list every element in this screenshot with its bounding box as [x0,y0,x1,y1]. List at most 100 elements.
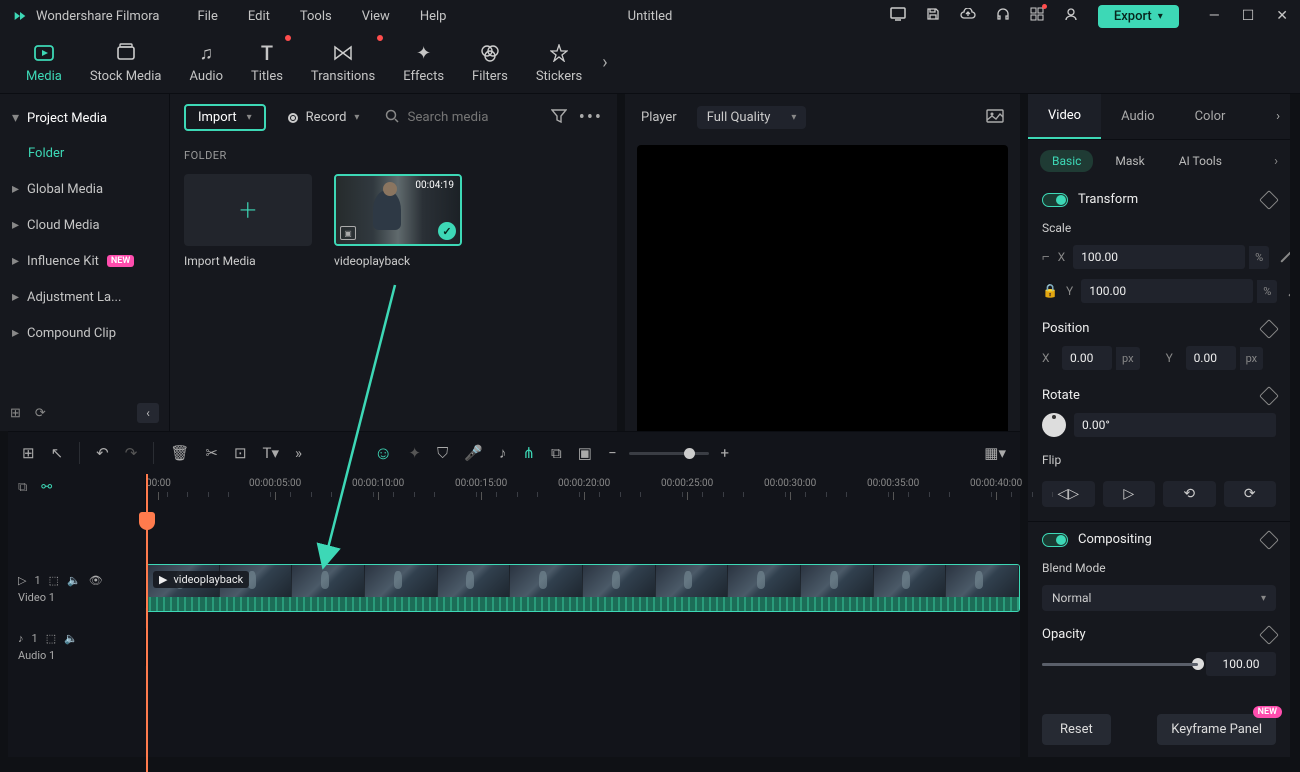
keyframe-icon[interactable] [1259,319,1279,339]
undo-icon[interactable]: ↶ [96,444,109,462]
music-icon[interactable]: ♪ [499,444,507,462]
quality-select[interactable]: Full Quality▾ [697,106,807,129]
lock-icon[interactable]: ⬚ [49,574,59,587]
blendmode-select[interactable]: Normal▾ [1042,585,1276,611]
account-icon[interactable] [1064,7,1078,25]
sidebar-compound-clip[interactable]: ▸Compound Clip [0,315,169,351]
tab-audio[interactable]: ♫ Audio [176,35,237,90]
position-y-input[interactable] [1186,346,1236,370]
mute-icon[interactable]: 🔈 [64,632,78,645]
subtab-basic[interactable]: Basic [1040,150,1093,172]
subtab-aitools[interactable]: AI Tools [1167,150,1234,172]
new-folder-icon[interactable]: ⊞ [10,406,21,421]
panel-tab-color[interactable]: Color [1175,95,1246,138]
sidebar-influence-kit[interactable]: ▸Influence KitNEW [0,243,169,279]
playhead[interactable] [146,474,148,772]
reset-button[interactable]: Reset [1042,714,1111,745]
keyframe-icon[interactable] [1259,190,1279,210]
zoom-slider[interactable] [629,452,709,455]
sync-folder-icon[interactable]: ⟳ [35,406,46,421]
overlap-icon[interactable]: ⧉ [551,444,562,462]
lock-icon[interactable]: 🔒 [1042,284,1058,299]
snapshot-export-icon[interactable] [986,109,1004,127]
collapse-sidebar-icon[interactable]: ‹ [137,403,159,423]
menu-edit[interactable]: Edit [248,9,270,24]
sidebar-project-media[interactable]: ▾Project Media [0,100,169,136]
ai-face-icon[interactable]: ☺ [374,443,392,464]
position-x-input[interactable] [1062,346,1112,370]
menu-tools[interactable]: Tools [300,9,332,24]
tab-effects[interactable]: ✦ Effects [389,35,458,90]
cursor-icon[interactable]: ↖ [51,444,64,462]
panel-tab-more-icon[interactable]: › [1266,109,1290,124]
text-icon[interactable]: T▾ [263,444,279,462]
crop-icon[interactable]: ⊡ [234,444,247,462]
timeline-ruler[interactable]: 00:0000:00:05:0000:00:10:0000:00:15:0000… [146,474,1020,512]
apps-icon[interactable] [1030,7,1044,25]
import-media-card[interactable]: + Import Media [184,174,312,268]
media-clip-card[interactable]: 00:04:19 ▣ ✓ videoplayback [334,174,462,268]
opacity-slider[interactable] [1042,663,1198,666]
tab-titles[interactable]: T Titles [237,35,297,90]
scale-y-input[interactable] [1081,279,1253,303]
keyframe-panel-button[interactable]: Keyframe Panel NEW [1157,714,1276,745]
zoom-out-icon[interactable]: − [608,444,617,462]
rotate-ccw-button[interactable]: ⟲ [1163,481,1216,507]
timeline-video-clip[interactable]: ▶videoplayback [146,564,1020,612]
tab-stock-media[interactable]: Stock Media [76,35,176,90]
mic-icon[interactable]: 🎤 [464,444,483,462]
save-icon[interactable] [926,7,940,25]
sidebar-adjustment-layer[interactable]: ▸Adjustment La... [0,279,169,315]
caption-icon[interactable]: ▣ [578,444,592,462]
panel-tab-video[interactable]: Video [1028,94,1101,139]
lock-icon[interactable]: ⬚ [46,632,56,645]
mute-icon[interactable]: 🔈 [67,574,81,587]
marker-split-icon[interactable]: ⋔ [522,444,535,462]
keyframe-icon[interactable] [1259,386,1279,406]
link-track-icon[interactable]: ⚯ [41,480,52,495]
minimize-icon[interactable]: — [1209,8,1220,24]
rotate-input[interactable] [1074,413,1276,437]
rotate-knob[interactable] [1042,413,1066,437]
shield-icon[interactable]: ⛉ [437,444,448,462]
maximize-icon[interactable]: ☐ [1242,8,1255,24]
record-button[interactable]: Record▾ [278,106,370,129]
subtab-mask[interactable]: Mask [1103,150,1156,172]
keyframe-icon[interactable] [1259,530,1279,550]
cut-icon[interactable]: ✂ [205,444,218,462]
grid-icon[interactable]: ⊞ [22,444,35,462]
tab-stickers[interactable]: Stickers [522,35,596,90]
delete-icon[interactable]: 🗑 [170,444,189,462]
transform-toggle[interactable] [1042,193,1068,207]
menu-view[interactable]: View [362,9,390,24]
subtab-more-icon[interactable]: › [1274,154,1278,169]
filter-icon[interactable] [551,109,567,127]
opacity-value[interactable]: 100.00 [1206,652,1276,676]
layers-icon[interactable]: ⧉ [18,480,27,495]
close-icon[interactable]: ✕ [1276,8,1288,24]
visibility-icon[interactable]: 👁 [89,574,103,587]
keyframe-icon[interactable] [1281,251,1290,262]
flip-horizontal-button[interactable]: ◁▷ [1042,481,1095,507]
export-button[interactable]: Export▾ [1098,5,1179,28]
sidebar-global-media[interactable]: ▸Global Media [0,171,169,207]
tab-filters[interactable]: Filters [458,35,522,90]
display-icon[interactable] [890,7,906,25]
rotate-cw-button[interactable]: ⟳ [1224,481,1277,507]
headphones-icon[interactable] [996,7,1010,25]
zoom-in-icon[interactable]: + [721,444,730,462]
cloud-icon[interactable] [960,8,976,24]
keyframe-icon[interactable] [1259,625,1279,645]
sparkle-icon[interactable]: ✦ [408,444,421,462]
tab-transitions[interactable]: Transitions [297,35,389,90]
tab-media[interactable]: Media [12,35,76,90]
search-input[interactable] [407,110,527,125]
compositing-toggle[interactable] [1042,533,1068,547]
track-display-icon[interactable]: ▦▾ [984,444,1006,462]
panel-tab-audio[interactable]: Audio [1101,95,1174,138]
keyframe-icon[interactable] [1289,285,1290,296]
redo-icon[interactable]: ↷ [125,444,138,462]
import-button[interactable]: Import▾ [184,104,266,131]
more-icon[interactable]: ••• [579,107,603,128]
sidebar-cloud-media[interactable]: ▸Cloud Media [0,207,169,243]
